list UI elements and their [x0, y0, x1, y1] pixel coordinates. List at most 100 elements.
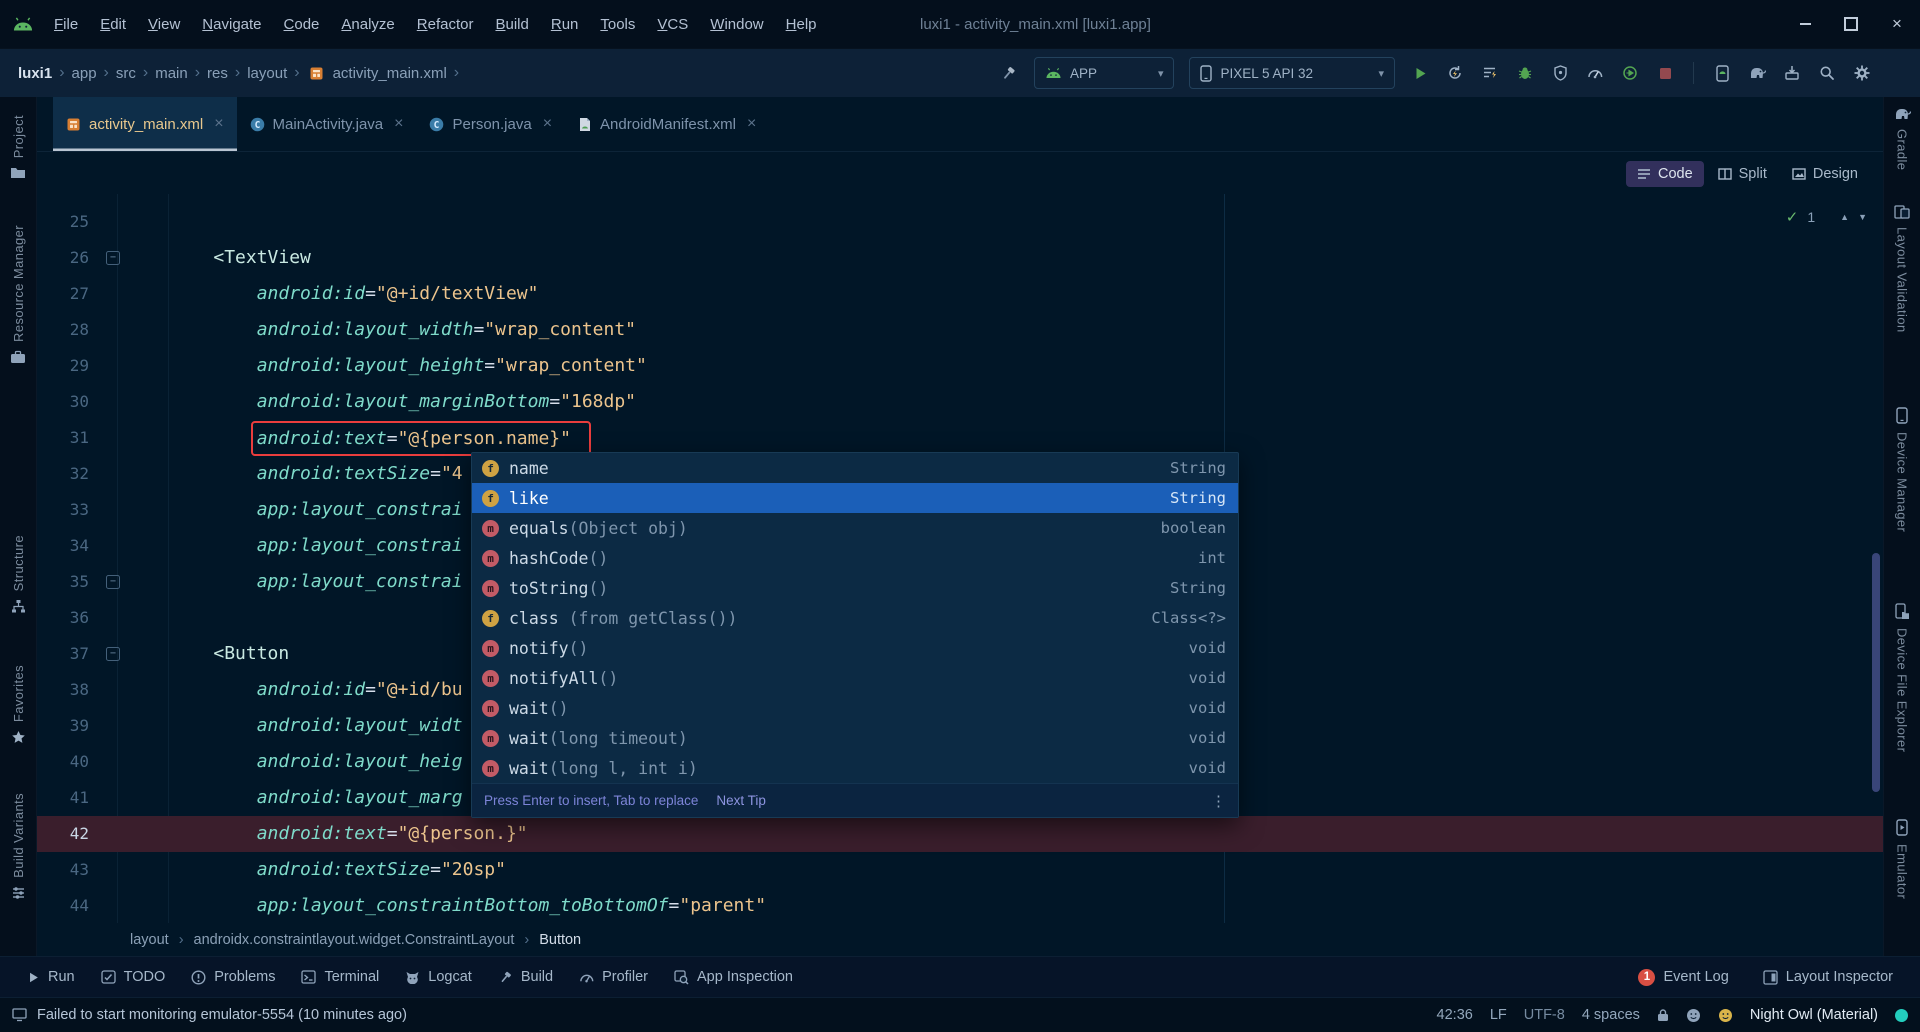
menu-refactor[interactable]: Refactor: [407, 11, 484, 38]
toolwindow-run[interactable]: Run: [16, 963, 86, 991]
sdk-manager-button[interactable]: [1778, 58, 1806, 88]
line-number[interactable]: 25: [37, 204, 89, 240]
fold-start-icon[interactable]: −: [106, 251, 120, 265]
completion-item-equals[interactable]: m equals (Object obj) boolean: [472, 513, 1238, 543]
breadcrumb-item-layout[interactable]: layout: [247, 65, 287, 82]
menu-run[interactable]: Run: [541, 11, 589, 38]
file-encoding[interactable]: UTF-8: [1524, 1007, 1565, 1023]
tab-person-java[interactable]: C Person.java ×: [416, 97, 565, 151]
code-line-43[interactable]: 43 android:textSize="20sp": [37, 852, 1883, 888]
menu-analyze[interactable]: Analyze: [331, 11, 404, 38]
breadcrumb-item-luxi1[interactable]: luxi1: [18, 65, 52, 82]
completion-item-notify[interactable]: m notify() void: [472, 633, 1238, 663]
fold-end-icon[interactable]: −: [106, 575, 120, 589]
line-number[interactable]: 28: [37, 312, 89, 348]
tool-button-emulator[interactable]: Emulator: [1884, 819, 1920, 899]
breadcrumb-button[interactable]: Button: [539, 932, 581, 948]
previous-problem-icon[interactable]: ▲: [1840, 212, 1849, 222]
code-line-31[interactable]: 31 android:text="@{person.name}": [37, 420, 1883, 456]
close-tab-icon[interactable]: ×: [214, 115, 223, 133]
mode-split[interactable]: Split: [1707, 161, 1778, 187]
completion-item-like[interactable]: f like String: [472, 483, 1238, 513]
toolwindow-logcat[interactable]: Logcat: [394, 963, 483, 991]
line-separator[interactable]: LF: [1490, 1007, 1507, 1023]
menu-file[interactable]: File: [44, 11, 88, 38]
line-number[interactable]: 40: [37, 744, 89, 780]
tool-button-resource-manager[interactable]: Resource Manager: [0, 225, 36, 364]
line-number[interactable]: 36: [37, 600, 89, 636]
code-line-25[interactable]: 25: [37, 204, 1883, 240]
apply-changes-button[interactable]: [1441, 58, 1469, 88]
debug-button[interactable]: [1511, 58, 1539, 88]
breadcrumb-item-app[interactable]: app: [72, 65, 97, 82]
toolwindow-app-inspection[interactable]: App Inspection: [663, 963, 804, 991]
more-options-icon[interactable]: ⋮: [1211, 792, 1226, 810]
breadcrumb-androidx-constraintlayout-widget-constraintlayout[interactable]: androidx.constraintlayout.widget.Constra…: [194, 932, 515, 948]
tool-button-device-manager[interactable]: Device Manager: [1884, 407, 1920, 532]
attach-debugger-button[interactable]: [1616, 58, 1644, 88]
breadcrumb-item-activity-main-xml[interactable]: activity_main.xml: [333, 65, 447, 82]
vertical-scrollbar[interactable]: [1872, 553, 1880, 792]
tool-button-device-file-explorer[interactable]: Device File Explorer: [1884, 603, 1920, 752]
line-number[interactable]: 39: [37, 708, 89, 744]
profiler-button[interactable]: [1581, 58, 1609, 88]
next-tip-link[interactable]: Next Tip: [716, 793, 766, 808]
apply-code-changes-button[interactable]: [1476, 58, 1504, 88]
profile-low-overhead-button[interactable]: [1546, 58, 1574, 88]
line-number[interactable]: 34: [37, 528, 89, 564]
code-line-26[interactable]: 26 − <TextView: [37, 240, 1883, 276]
line-number[interactable]: 38: [37, 672, 89, 708]
menu-navigate[interactable]: Navigate: [192, 11, 271, 38]
line-number[interactable]: 37: [37, 636, 89, 672]
stop-button[interactable]: [1651, 58, 1679, 88]
tool-button-layout-validation[interactable]: Layout Validation: [1884, 205, 1920, 333]
code-line-44[interactable]: 44 app:layout_constraintBottom_toBottomO…: [37, 888, 1883, 923]
breadcrumb-item-main[interactable]: main: [155, 65, 188, 82]
line-number[interactable]: 26: [37, 240, 89, 276]
line-number[interactable]: 35: [37, 564, 89, 600]
menu-vcs[interactable]: VCS: [647, 11, 698, 38]
menu-tools[interactable]: Tools: [590, 11, 645, 38]
menu-help[interactable]: Help: [776, 11, 827, 38]
completion-item-name[interactable]: f name String: [472, 453, 1238, 483]
tab-mainactivity-java[interactable]: C MainActivity.java ×: [237, 97, 417, 151]
settings-button[interactable]: [1848, 58, 1876, 88]
theme-name[interactable]: Night Owl (Material): [1750, 1007, 1878, 1023]
menu-build[interactable]: Build: [485, 11, 538, 38]
code-line-27[interactable]: 27 android:id="@+id/textView": [37, 276, 1883, 312]
breadcrumb-item-res[interactable]: res: [207, 65, 228, 82]
toolwindow-build[interactable]: Build: [487, 963, 564, 991]
line-number[interactable]: 42: [37, 816, 89, 852]
gradle-sync-button[interactable]: [1743, 58, 1771, 88]
toolwindow-layout-inspector[interactable]: Layout Inspector: [1752, 963, 1904, 991]
tab-androidmanifest-xml[interactable]: AndroidManifest.xml ×: [565, 97, 769, 151]
line-number[interactable]: 30: [37, 384, 89, 420]
menu-view[interactable]: View: [138, 11, 190, 38]
menu-window[interactable]: Window: [700, 11, 773, 38]
toolwindow-problems[interactable]: Problems: [180, 963, 286, 991]
line-number[interactable]: 33: [37, 492, 89, 528]
menu-code[interactable]: Code: [274, 11, 330, 38]
tab-activity-main-xml[interactable]: activity_main.xml ×: [53, 97, 237, 151]
theme-color-dot-icon[interactable]: [1895, 1008, 1908, 1022]
completion-item-class[interactable]: f class (from getClass()) Class<?>: [472, 603, 1238, 633]
completion-item-wait[interactable]: m wait() void: [472, 693, 1238, 723]
tool-button-favorites[interactable]: Favorites: [0, 665, 36, 745]
close-tab-icon[interactable]: ×: [747, 115, 756, 133]
tool-button-structure[interactable]: Structure: [0, 535, 36, 614]
code-editor[interactable]: 25 26 − <TextView 27 android:id="@+id/textV…: [37, 152, 1883, 923]
code-line-28[interactable]: 28 android:layout_width="wrap_content": [37, 312, 1883, 348]
line-number[interactable]: 43: [37, 852, 89, 888]
close-tab-icon[interactable]: ×: [543, 115, 552, 133]
device-manager-button[interactable]: [1708, 58, 1736, 88]
search-everywhere-button[interactable]: [1813, 58, 1841, 88]
tool-button-project[interactable]: Project: [0, 115, 36, 180]
line-number[interactable]: 41: [37, 780, 89, 816]
status-indicator-icon-1[interactable]: [1686, 1008, 1701, 1023]
toolwindow-todo[interactable]: TODO: [90, 963, 177, 991]
code-line-42[interactable]: 42 android:text="@{person.}": [37, 816, 1883, 852]
completion-item-wait[interactable]: m wait (long timeout) void: [472, 723, 1238, 753]
run-configuration-select[interactable]: APP ▾: [1033, 57, 1175, 89]
minimize-button[interactable]: [1782, 0, 1828, 48]
readonly-lock-icon[interactable]: [1657, 1008, 1669, 1022]
